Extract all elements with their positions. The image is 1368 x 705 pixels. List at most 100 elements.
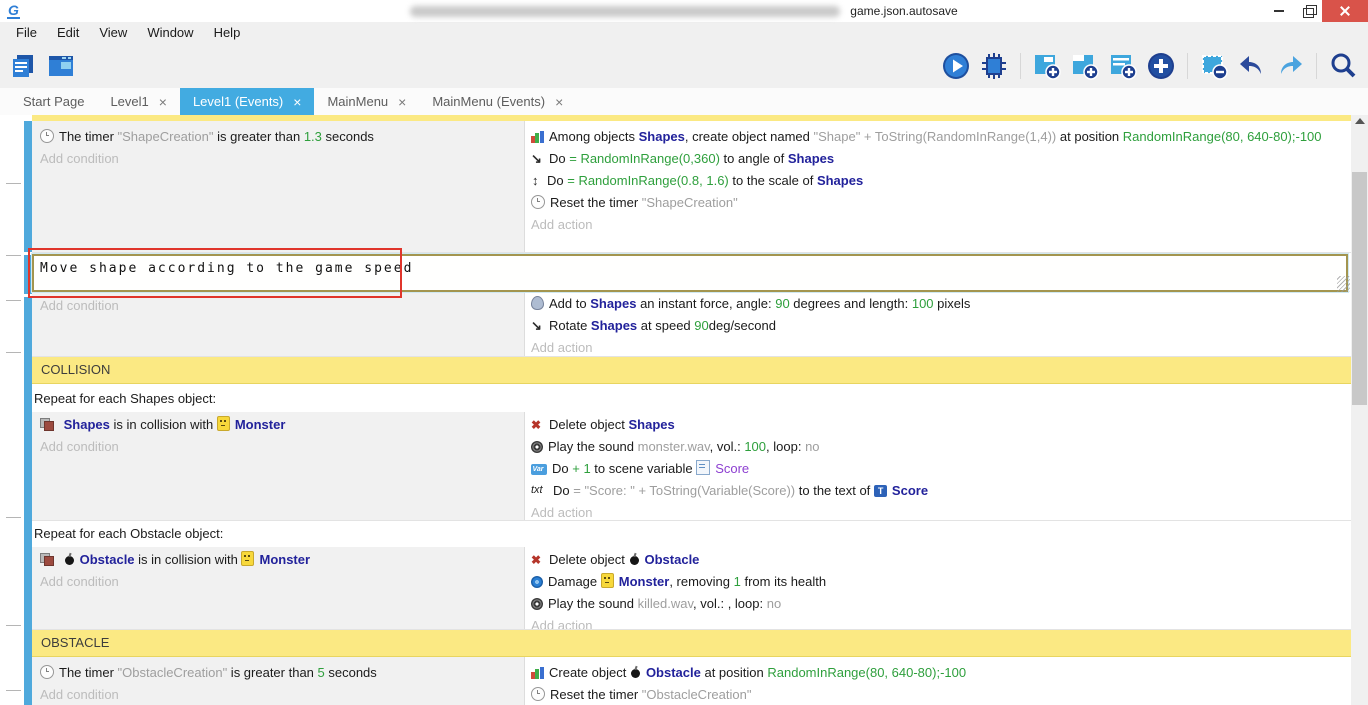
actions-cell: Add to Shapes an instant force, angle: 9… [525,293,1351,356]
group-banner-obstacle[interactable]: OBSTACLE [32,630,1351,657]
action-line[interactable]: Add to Shapes an instant force, angle: 9… [531,293,1345,315]
add-action[interactable]: Add action [531,615,1345,629]
delete-icon [531,553,544,566]
tab-level1[interactable]: Level1× [97,88,180,115]
force-icon [531,296,544,310]
condition-line[interactable]: The timer "ShapeCreation" is greater tha… [40,126,516,148]
tab-mainmenu[interactable]: MainMenu× [314,88,419,115]
action-line[interactable]: Reset the timer "ObstacleCreation" [531,684,1345,705]
event-shape-creation: The timer "ShapeCreation" is greater tha… [32,121,1351,253]
conditions-cell: Shapes is in collision with Monster Add … [32,412,525,520]
action-line[interactable]: Play the sound monster.wav, vol.: 100, l… [531,436,1345,458]
title-bar: G game.json.autosave [0,0,1368,22]
monster-icon [217,416,230,431]
close-button[interactable] [1322,0,1368,22]
monster-icon [601,573,614,588]
tab-close-icon[interactable]: × [159,95,167,109]
create-icon [531,131,544,143]
action-line[interactable]: Do = RandomInRange(0.8, 1.6) to the scal… [531,170,1345,192]
action-line[interactable]: Create object Obstacle at position Rando… [531,662,1345,684]
monster-icon [241,551,254,566]
add-circle-icon[interactable] [1146,51,1176,81]
txt-icon [531,484,548,497]
add-action[interactable]: Add action [531,214,1345,236]
obstacle-icon [629,553,640,566]
toolbar-separator [1187,53,1188,79]
actions-cell: Delete object Shapes Play the sound mons… [525,412,1351,520]
tab-level1-events[interactable]: Level1 (Events)× [180,88,315,115]
action-line[interactable]: Reset the timer "ShapeCreation" [531,192,1345,214]
add-condition[interactable]: Add condition [40,436,516,458]
menu-edit[interactable]: Edit [47,22,89,44]
repeat-header[interactable]: Repeat for each Obstacle object: [32,521,1351,547]
timer-icon [531,195,545,209]
debug-icon[interactable] [979,51,1009,81]
menu-help[interactable]: Help [204,22,251,44]
textobj-icon [874,485,887,497]
group-banner-collision[interactable]: COLLISION [32,357,1351,384]
action-line[interactable]: Do = RandomInRange(0,360) to angle of Sh… [531,148,1345,170]
project-manager-icon[interactable] [8,51,38,81]
conditions-cell: The timer "ObstacleCreation" is greater … [32,657,525,705]
add-subevent-icon[interactable] [1070,51,1100,81]
menu-view[interactable]: View [89,22,137,44]
add-action[interactable]: Add action [531,502,1345,520]
undo-icon[interactable] [1237,51,1267,81]
tab-close-icon[interactable]: × [293,95,301,109]
delete-icon [531,418,544,431]
action-line[interactable]: Delete object Obstacle [531,549,1345,571]
event-repeat-shapes: Repeat for each Shapes object: Shapes is… [32,384,1351,521]
maximize-button[interactable] [1293,0,1322,22]
action-line[interactable]: Among objects Shapes, create object name… [531,126,1345,148]
action-line[interactable]: Rotate Shapes at speed 90deg/second [531,315,1345,337]
collision-icon [40,418,55,431]
event-obstacle-creation: The timer "ObstacleCreation" is greater … [32,657,1351,705]
tab-close-icon[interactable]: × [555,95,563,109]
add-condition[interactable]: Add condition [40,684,516,705]
events-sheet: The timer "ShapeCreation" is greater tha… [0,115,1351,705]
action-line[interactable]: Do = "Score: " + ToString(Variable(Score… [531,480,1345,502]
menu-window[interactable]: Window [137,22,203,44]
action-line[interactable]: Delete object Shapes [531,414,1345,436]
minimize-button[interactable] [1264,0,1293,22]
sound-icon [531,441,543,453]
search-icon[interactable] [1328,51,1358,81]
repeat-header[interactable]: Repeat for each Shapes object: [32,384,1351,412]
collision-icon [40,553,55,566]
add-event-icon[interactable] [1032,51,1062,81]
scroll-up-icon[interactable] [1355,118,1365,124]
timer-icon [531,687,545,701]
condition-line[interactable]: The timer "ObstacleCreation" is greater … [40,662,516,684]
add-condition[interactable]: Add condition [40,571,516,593]
action-line[interactable]: Damage Monster, removing 1 from its heal… [531,571,1345,593]
tab-start-page[interactable]: Start Page [10,88,97,115]
menu-bar: File Edit View Window Help [0,22,1368,44]
action-line[interactable]: Play the sound killed.wav, vol.: , loop:… [531,593,1345,615]
scrollbar-thumb[interactable] [1352,172,1367,405]
annotation-rectangle [28,248,402,298]
add-condition[interactable]: Add condition [40,148,516,170]
delete-event-icon[interactable] [1199,51,1229,81]
add-condition[interactable]: Add condition [40,295,516,317]
play-preview-icon[interactable] [941,51,971,81]
resize-grip-icon[interactable] [1337,276,1350,292]
vertical-scrollbar[interactable] [1351,115,1368,705]
actions-cell: Create object Obstacle at position Rando… [525,657,1351,705]
add-comment-icon[interactable] [1108,51,1138,81]
condition-line[interactable]: Obstacle is in collision with Monster [40,549,516,571]
scene-window-icon[interactable] [46,51,76,81]
create-icon [531,667,544,679]
redo-icon[interactable] [1275,51,1305,81]
conditions-cell: Obstacle is in collision with Monster Ad… [32,547,525,629]
angle-icon [531,152,544,165]
action-line[interactable]: Do + 1 to scene variable Score [531,458,1345,480]
tab-close-icon[interactable]: × [398,95,406,109]
window-title: game.json.autosave [850,4,957,18]
condition-line[interactable]: Shapes is in collision with Monster [40,414,516,436]
tab-mainmenu-events[interactable]: MainMenu (Events)× [419,88,576,115]
add-action[interactable]: Add action [531,337,1345,356]
sound-icon [531,598,543,610]
menu-file[interactable]: File [6,22,47,44]
variable-icon [531,464,547,475]
toolbar-separator [1020,53,1021,79]
